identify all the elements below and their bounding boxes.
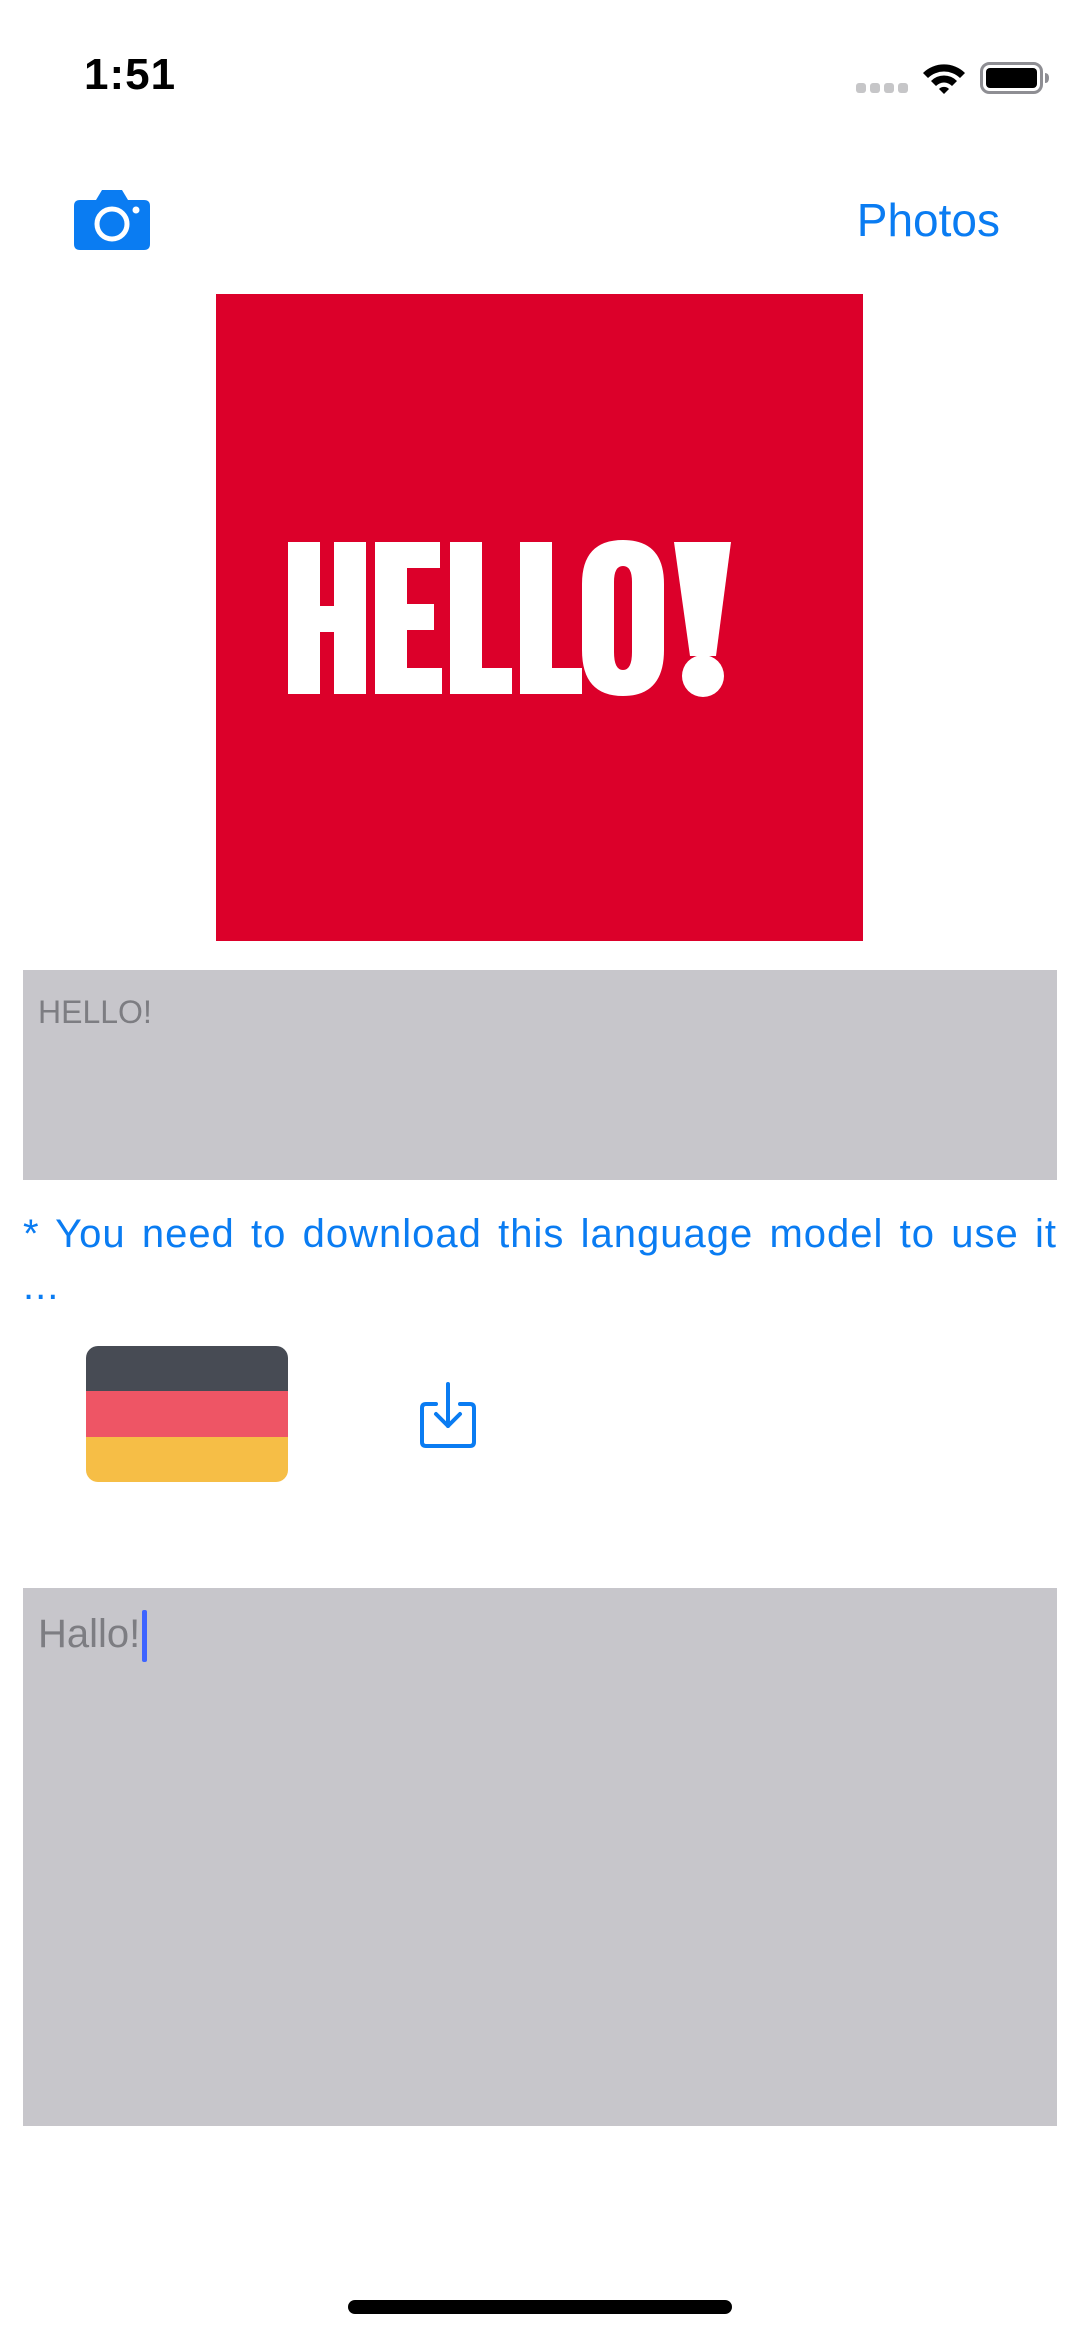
translation-text: Hallo! — [38, 1612, 141, 1656]
source-text: HELLO! — [38, 994, 152, 1030]
hello-logo — [216, 294, 863, 941]
cellular-signal-icon — [856, 83, 908, 93]
download-icon[interactable] — [418, 1380, 478, 1450]
translation-text-area[interactable]: Hallo! — [23, 1588, 1057, 2126]
download-notice: * You need to download this language mod… — [23, 1212, 1057, 1308]
camera-icon[interactable] — [74, 188, 150, 250]
wifi-icon — [923, 64, 965, 94]
source-text-area[interactable]: HELLO! — [23, 970, 1057, 1180]
text-cursor — [142, 1610, 147, 1662]
status-time: 1:51 — [84, 50, 177, 99]
battery-icon — [980, 62, 1049, 94]
home-indicator[interactable] — [348, 2300, 732, 2314]
photos-button[interactable]: Photos — [857, 193, 1000, 247]
germany-flag-icon[interactable] — [86, 1346, 288, 1482]
selected-image — [216, 294, 863, 941]
